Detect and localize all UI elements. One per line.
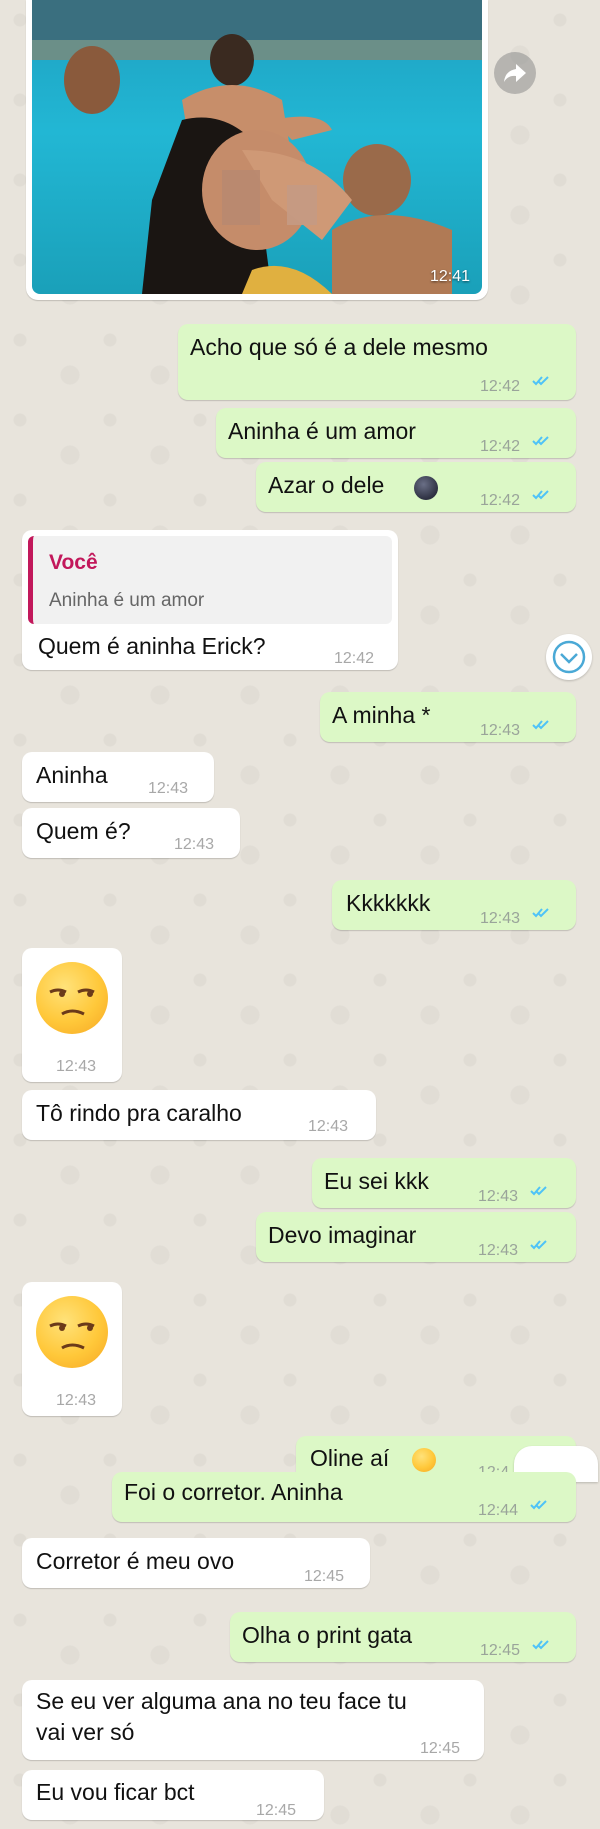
message-bubble-outgoing[interactable]: Olha o print gata 12:45 [230, 1612, 576, 1662]
message-text: Devo imaginar [268, 1222, 417, 1248]
message-text: Foi o corretor. Aninha [124, 1479, 343, 1505]
message-time: 12:43 [478, 1242, 519, 1259]
message-bubble-incoming[interactable]: Tô rindo pra caralho 12:43 [22, 1090, 376, 1140]
message-time: 12:45 [480, 1642, 521, 1659]
message-text: Kkkkkkk [346, 890, 431, 916]
message-text-line2: vai ver só [36, 1719, 135, 1745]
message-time: 12:43 [308, 1118, 349, 1135]
message-time: 12:42 [480, 492, 521, 509]
read-receipt-icon [532, 720, 549, 730]
quoted-message[interactable]: Você Aninha é um amor [28, 536, 392, 624]
message-time: 12:43 [148, 780, 189, 797]
unamused-face-emoji [36, 962, 108, 1034]
thinking-face-emoji [412, 1448, 436, 1472]
read-receipt-icon [532, 1640, 549, 1650]
new-moon-face-emoji [414, 476, 438, 500]
message-text: Aninha [36, 762, 108, 788]
message-bubble-outgoing[interactable]: Acho que só é a dele mesmo 12:42 [178, 324, 576, 400]
read-receipt-icon [532, 490, 549, 500]
quote-author: Você [49, 551, 98, 574]
message-bubble-outgoing[interactable]: Foi o corretor. Aninha 12:44 [112, 1472, 576, 1522]
message-bubble-incoming-reply[interactable]: Você Aninha é um amor Quem é aninha Eric… [22, 530, 398, 670]
message-bubble-incoming[interactable]: Quem é? 12:43 [22, 808, 240, 858]
message-bubble-incoming[interactable]: Eu vou ficar bct 12:45 [22, 1770, 324, 1820]
message-text: Quem é aninha Erick? [38, 633, 266, 659]
read-receipt-icon [530, 1186, 547, 1196]
forward-button[interactable] [494, 52, 536, 94]
message-time: 12:45 [256, 1802, 297, 1819]
message-time: 12:43 [480, 910, 521, 927]
quote-text: Aninha é um amor [49, 590, 205, 611]
message-time: 12:43 [174, 836, 215, 853]
message-time: 12:44 [478, 1502, 519, 1519]
message-time: 12:42 [480, 438, 521, 455]
message-bubble-outgoing[interactable]: Eu sei kkk 12:43 [312, 1158, 576, 1208]
message-text: Eu sei kkk [324, 1168, 429, 1194]
read-receipt-icon [530, 1500, 547, 1510]
message-text: Acho que só é a dele mesmo [190, 334, 488, 360]
photo-image[interactable]: 12:41 [32, 0, 482, 294]
message-bubble-outgoing[interactable]: Aninha é um amor 12:42 [216, 408, 576, 458]
photo-time: 12:41 [429, 268, 470, 285]
message-text: A minha * [332, 702, 431, 728]
scroll-down-button[interactable] [546, 634, 592, 680]
message-bubble-outgoing[interactable]: A minha * 12:43 [320, 692, 576, 742]
message-bubble-incoming-emoji[interactable]: 12:43 [22, 948, 122, 1082]
message-time: 12:42 [480, 378, 521, 395]
message-text: Eu vou ficar bct [36, 1779, 195, 1805]
unamused-face-emoji [36, 1296, 108, 1368]
photo-message[interactable]: 12:41 [26, 0, 488, 300]
message-text: Aninha é um amor [228, 418, 416, 444]
message-time: 12:45 [420, 1740, 461, 1757]
message-text: Quem é? [36, 818, 131, 844]
message-time: 12:43 [478, 1188, 519, 1205]
read-receipt-icon [530, 1240, 547, 1250]
message-time: 12:43 [56, 1058, 97, 1075]
message-time: 12:42 [334, 650, 375, 667]
message-text: Olha o print gata [242, 1622, 413, 1648]
message-time: 12:43 [56, 1392, 97, 1409]
message-text: Azar o dele [268, 472, 385, 498]
message-bubble-incoming[interactable]: Aninha 12:43 [22, 752, 214, 802]
message-text: Oline aí [310, 1445, 390, 1471]
message-bubble-outgoing[interactable]: Devo imaginar 12:43 [256, 1212, 576, 1262]
message-bubble-incoming[interactable]: Se eu ver alguma ana no teu face tu vai … [22, 1680, 484, 1760]
message-text: Tô rindo pra caralho [36, 1100, 242, 1126]
scroll-down-icon [552, 640, 586, 674]
message-text-line1: Se eu ver alguma ana no teu face tu [36, 1688, 407, 1714]
forward-icon [504, 64, 526, 82]
read-receipt-icon [532, 436, 549, 446]
message-bubble-outgoing[interactable]: Azar o dele 12:42 [256, 462, 576, 512]
message-bubble-outgoing[interactable]: Kkkkkkk 12:43 [332, 880, 576, 930]
read-receipt-icon [532, 908, 549, 918]
message-text: Corretor é meu ovo [36, 1548, 235, 1574]
message-time: 12:45 [304, 1568, 345, 1585]
message-bubble-incoming-emoji[interactable]: 12:43 [22, 1282, 122, 1416]
read-receipt-icon [532, 376, 549, 386]
message-bubble-incoming[interactable]: Corretor é meu ovo 12:45 [22, 1538, 370, 1588]
message-time: 12:43 [480, 722, 521, 739]
